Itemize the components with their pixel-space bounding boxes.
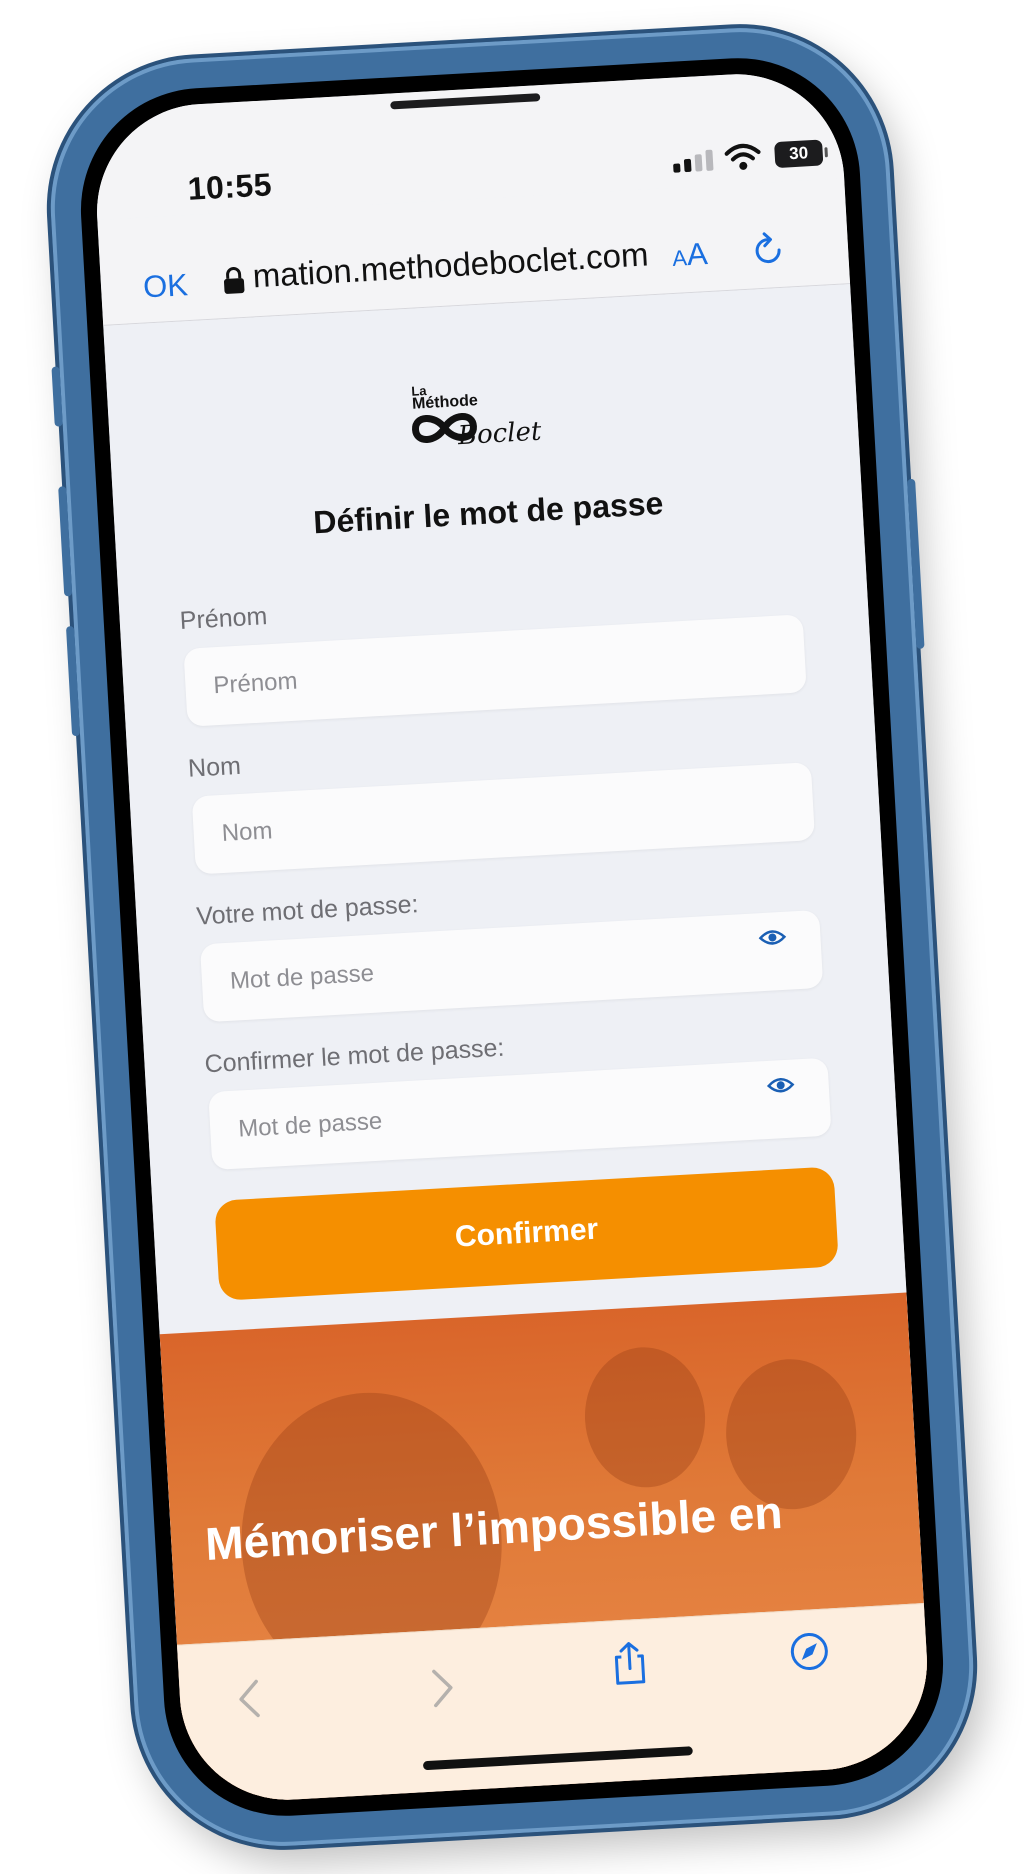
volume-up-button bbox=[58, 486, 73, 597]
display: 10:55 30 OK mation.methodeboclet.com AA … bbox=[91, 68, 933, 1806]
eye-icon[interactable] bbox=[758, 926, 787, 950]
home-indicator[interactable] bbox=[422, 1746, 693, 1771]
password-field bbox=[199, 909, 824, 1023]
compass-icon[interactable] bbox=[787, 1627, 832, 1675]
cellular-signal-icon bbox=[672, 149, 714, 173]
first-name-field bbox=[183, 614, 807, 727]
phone-screen: 10:55 30 OK mation.methodeboclet.com AA … bbox=[74, 51, 950, 1823]
first-name-label: Prénom bbox=[179, 602, 269, 636]
confirm-button[interactable]: Confirmer bbox=[214, 1166, 839, 1301]
last-name-field bbox=[191, 762, 816, 875]
confirm-password-field bbox=[208, 1057, 832, 1171]
wifi-icon bbox=[724, 143, 761, 170]
chevron-right-icon[interactable] bbox=[419, 1664, 464, 1712]
silent-switch bbox=[51, 366, 63, 427]
lock-icon bbox=[223, 267, 245, 294]
volume-down-button bbox=[65, 625, 81, 737]
reload-icon[interactable] bbox=[751, 230, 787, 268]
first-name-input[interactable] bbox=[183, 614, 807, 727]
status-time: 10:55 bbox=[186, 166, 273, 207]
power-button bbox=[907, 478, 925, 649]
text-size-small: A bbox=[671, 245, 688, 271]
confirm-password-input[interactable] bbox=[208, 1057, 832, 1171]
password-label: Votre mot de passe: bbox=[195, 890, 420, 931]
url-field[interactable]: mation.methodeboclet.com bbox=[252, 235, 650, 295]
chevron-left-icon[interactable] bbox=[229, 1675, 274, 1723]
banner-photo-shape bbox=[581, 1344, 709, 1491]
text-size-button[interactable]: AA bbox=[671, 236, 709, 274]
eye-icon[interactable] bbox=[766, 1073, 795, 1097]
text-size-large: A bbox=[685, 236, 709, 273]
battery-level: 30 bbox=[788, 143, 809, 164]
phone-frame: 10:55 30 OK mation.methodeboclet.com AA … bbox=[42, 19, 982, 1855]
web-content: La Méthode Boclet Définir le mot de pass… bbox=[103, 284, 933, 1806]
page-title: Définir le mot de passe bbox=[312, 484, 665, 541]
last-name-label: Nom bbox=[187, 751, 242, 783]
battery-indicator: 30 bbox=[774, 139, 824, 169]
confirm-password-label: Confirmer le mot de passe: bbox=[203, 1033, 506, 1079]
password-input[interactable] bbox=[199, 909, 824, 1023]
share-icon[interactable] bbox=[607, 1639, 652, 1687]
done-button[interactable]: OK bbox=[142, 267, 189, 305]
last-name-input[interactable] bbox=[191, 762, 816, 875]
logo-boclet: Boclet bbox=[457, 416, 543, 452]
methode-boclet-logo: La Méthode Boclet bbox=[407, 376, 551, 464]
